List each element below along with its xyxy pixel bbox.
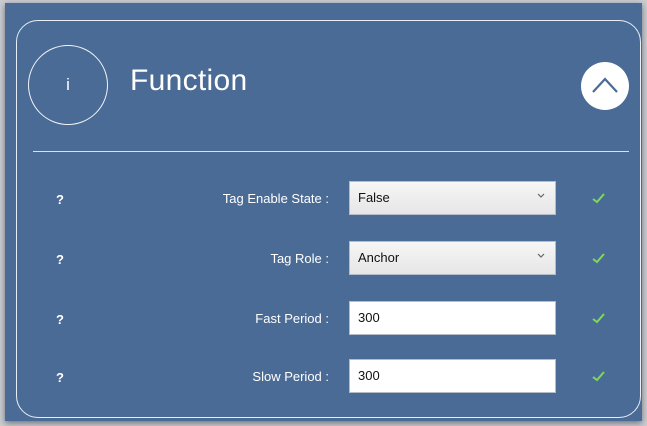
row-tag-enable-state: ? Tag Enable State : False (0, 181, 647, 217)
fast-period-value: 300 (358, 310, 380, 325)
check-icon (592, 371, 605, 382)
section-title: Function (130, 64, 248, 97)
chevron-down-icon (537, 193, 545, 198)
tag-enable-state-select[interactable]: False (349, 181, 556, 215)
fast-period-input[interactable]: 300 (349, 301, 556, 335)
check-icon (592, 313, 605, 324)
slow-period-label: Slow Period : (252, 369, 329, 384)
row-slow-period: ? Slow Period : 300 (0, 359, 647, 395)
help-icon[interactable]: ? (56, 312, 64, 327)
tag-enable-state-value: False (358, 190, 390, 205)
slow-period-value: 300 (358, 368, 380, 383)
row-tag-role: ? Tag Role : Anchor (0, 241, 647, 277)
help-icon[interactable]: ? (56, 192, 64, 207)
fast-period-label: Fast Period : (255, 311, 329, 326)
tag-role-select[interactable]: Anchor (349, 241, 556, 275)
check-icon (592, 193, 605, 204)
collapse-button[interactable] (581, 62, 629, 110)
chevron-up-icon (592, 77, 618, 93)
info-icon-glyph: i (66, 75, 70, 94)
row-fast-period: ? Fast Period : 300 (0, 301, 647, 337)
info-icon: i (28, 45, 108, 125)
help-icon[interactable]: ? (56, 252, 64, 267)
tag-enable-state-label: Tag Enable State : (222, 191, 329, 206)
check-icon (592, 253, 605, 264)
help-icon[interactable]: ? (56, 370, 64, 385)
tag-role-value: Anchor (358, 250, 400, 265)
section-divider (33, 151, 629, 152)
slow-period-input[interactable]: 300 (349, 359, 556, 393)
tag-role-label: Tag Role : (270, 251, 329, 266)
chevron-down-icon (537, 253, 545, 258)
